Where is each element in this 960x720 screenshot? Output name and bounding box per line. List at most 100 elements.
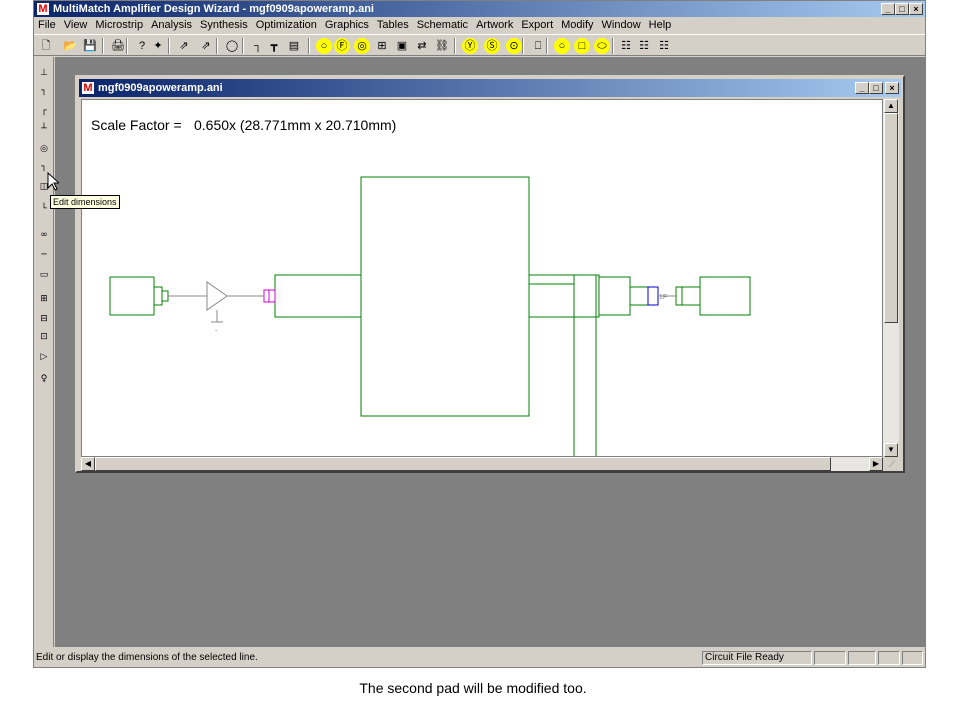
menu-microstrip[interactable]: Microstrip bbox=[91, 17, 147, 34]
dimension-icon[interactable]: ◯ bbox=[224, 38, 240, 54]
plus-box-icon[interactable]: ⊞ bbox=[36, 291, 52, 307]
status-panel-empty bbox=[878, 651, 900, 665]
status-message: Edit or display the dimensions of the se… bbox=[36, 652, 258, 663]
output-section[interactable] bbox=[598, 276, 631, 316]
doc-minimize-button[interactable]: _ bbox=[855, 82, 869, 94]
output-line[interactable] bbox=[528, 274, 600, 318]
scroll-right-icon[interactable]: ▶ bbox=[869, 457, 883, 471]
close-button[interactable]: × bbox=[909, 3, 923, 15]
tile3-icon[interactable]: ☷ bbox=[656, 38, 672, 54]
restore-button[interactable]: □ bbox=[895, 3, 909, 15]
menu-view[interactable]: View bbox=[60, 17, 92, 34]
output-pad-right[interactable] bbox=[699, 276, 751, 316]
edit-dimensions-tooltip: Edit dimensions bbox=[50, 195, 120, 209]
swap-icon[interactable]: ⇄ bbox=[414, 38, 430, 54]
minimize-button[interactable]: _ bbox=[881, 3, 895, 15]
left-toolbar: ⊥ ┐ ┌ ┴ ◎ ┐ ◫ └ ∞ ─ ▭ ⊞ ⊟ ⊡ ▷ ♀ bbox=[34, 57, 54, 647]
scroll-up-icon[interactable]: ▲ bbox=[884, 99, 898, 113]
rect-icon[interactable]: ▭ bbox=[36, 267, 52, 283]
amplifier-icon[interactable]: ⇗ bbox=[176, 38, 192, 54]
save-icon[interactable]: 💾 bbox=[82, 38, 98, 54]
menu-modify[interactable]: Modify bbox=[557, 17, 597, 34]
amplifier2-icon[interactable]: ⇗ bbox=[198, 38, 214, 54]
output-connector[interactable] bbox=[629, 286, 649, 306]
gamma-icon[interactable]: Ⓨ bbox=[462, 38, 478, 54]
menu-schematic[interactable]: Schematic bbox=[413, 17, 472, 34]
matching-block[interactable] bbox=[360, 176, 530, 417]
f-circle-icon[interactable]: Ⓕ bbox=[334, 38, 350, 54]
tile1-icon[interactable]: ☷ bbox=[618, 38, 634, 54]
status-bar: Edit or display the dimensions of the se… bbox=[34, 649, 925, 667]
vertical-scroll-thumb[interactable] bbox=[884, 113, 898, 323]
menu-export[interactable]: Export bbox=[517, 17, 557, 34]
menu-synthesis[interactable]: Synthesis bbox=[196, 17, 252, 34]
context-help-icon[interactable]: ✦ bbox=[150, 38, 166, 54]
layout-canvas[interactable]: Scale Factor = 0.650x (28.771mm x 20.710… bbox=[81, 99, 883, 457]
dot-box-icon[interactable]: ⊡ bbox=[36, 329, 52, 345]
output-capacitor-blue[interactable] bbox=[647, 286, 659, 306]
stub-down-icon[interactable]: ┴ bbox=[36, 121, 52, 137]
print-icon[interactable]: 🖨 bbox=[110, 38, 126, 54]
menu-optimization[interactable]: Optimization bbox=[252, 17, 321, 34]
chain-icon[interactable]: ⛓ bbox=[434, 38, 450, 54]
input-connector-tip[interactable] bbox=[161, 290, 169, 302]
via-icon[interactable]: ◎ bbox=[36, 141, 52, 157]
menu-tables[interactable]: Tables bbox=[373, 17, 413, 34]
oval-icon[interactable]: ⬭ bbox=[594, 38, 610, 54]
resize-grip-icon[interactable]: ⟋ bbox=[885, 457, 899, 471]
amplifier-symbol[interactable] bbox=[206, 281, 228, 311]
coupler-icon[interactable]: ∞ bbox=[36, 227, 52, 243]
component-icon[interactable]: ▣ bbox=[394, 38, 410, 54]
minus-box-icon[interactable]: ⊟ bbox=[36, 311, 52, 327]
transistor-pad[interactable] bbox=[274, 274, 362, 318]
status-panel-empty bbox=[902, 651, 923, 665]
doc-restore-button[interactable]: □ bbox=[869, 82, 883, 94]
stub-icon[interactable]: ┐ bbox=[250, 38, 266, 54]
open-folder-icon[interactable]: 📂 bbox=[62, 38, 78, 54]
horizontal-scroll-thumb[interactable] bbox=[95, 457, 831, 471]
target-icon[interactable]: ⊙ bbox=[506, 38, 522, 54]
menu-help[interactable]: Help bbox=[645, 17, 676, 34]
second-connector[interactable] bbox=[675, 286, 701, 306]
input-capacitor-pink-2[interactable] bbox=[268, 289, 276, 303]
play-box-icon[interactable]: ▷ bbox=[36, 349, 52, 365]
stub-right-icon[interactable]: ┌ bbox=[36, 103, 52, 119]
slide-caption: The second pad will be modified too. bbox=[359, 680, 587, 696]
component-tag: 1F bbox=[659, 294, 667, 301]
ring-icon[interactable]: ◎ bbox=[354, 38, 370, 54]
horizontal-scrollbar[interactable]: ◀ ▶ bbox=[81, 457, 883, 471]
input-connector[interactable] bbox=[153, 286, 163, 306]
series-icon[interactable]: ─ bbox=[36, 247, 52, 263]
line-icon[interactable]: ▤ bbox=[286, 38, 302, 54]
probe-icon[interactable]: ♀ bbox=[36, 371, 52, 387]
tee-icon[interactable]: ┳ bbox=[266, 38, 282, 54]
square-icon[interactable]: □ bbox=[574, 38, 590, 54]
toolbar-separator bbox=[126, 38, 128, 54]
ground-left-icon[interactable]: ⊥ bbox=[36, 65, 52, 81]
scroll-left-icon[interactable]: ◀ bbox=[81, 457, 95, 471]
toolbar-separator bbox=[308, 38, 310, 54]
scroll-down-icon[interactable]: ▼ bbox=[884, 443, 898, 457]
menu-graphics[interactable]: Graphics bbox=[321, 17, 373, 34]
vertical-scrollbar[interactable]: ▲ ▼ bbox=[883, 99, 899, 457]
document-title-bar[interactable]: M mgf0909apoweramp.ani _ □ × bbox=[79, 79, 901, 97]
toolbar-separator bbox=[216, 38, 218, 54]
smith-icon[interactable]: Ⓢ bbox=[484, 38, 500, 54]
grid-icon[interactable]: ⊞ bbox=[374, 38, 390, 54]
tile2-icon[interactable]: ☷ bbox=[636, 38, 652, 54]
pulse-icon[interactable]: ⎕ bbox=[530, 38, 546, 54]
input-capacitor-pink[interactable] bbox=[263, 289, 270, 303]
stub-left-icon[interactable]: ┐ bbox=[36, 83, 52, 99]
document-title: mgf0909apoweramp.ani bbox=[98, 82, 223, 94]
doc-close-button[interactable]: × bbox=[885, 82, 899, 94]
menu-analysis[interactable]: Analysis bbox=[147, 17, 196, 34]
menu-file[interactable]: File bbox=[34, 17, 60, 34]
help-icon[interactable]: ? bbox=[134, 38, 150, 54]
app-title-bar[interactable]: M MultiMatch Amplifier Design Wizard - m… bbox=[34, 1, 925, 17]
menu-artwork[interactable]: Artwork bbox=[472, 17, 517, 34]
ring2-icon[interactable]: ○ bbox=[554, 38, 570, 54]
circle-yellow-icon[interactable]: ○ bbox=[316, 38, 332, 54]
menu-window[interactable]: Window bbox=[598, 17, 645, 34]
input-pad-left[interactable] bbox=[109, 276, 155, 316]
new-file-icon[interactable]: 🗋 bbox=[38, 38, 54, 54]
